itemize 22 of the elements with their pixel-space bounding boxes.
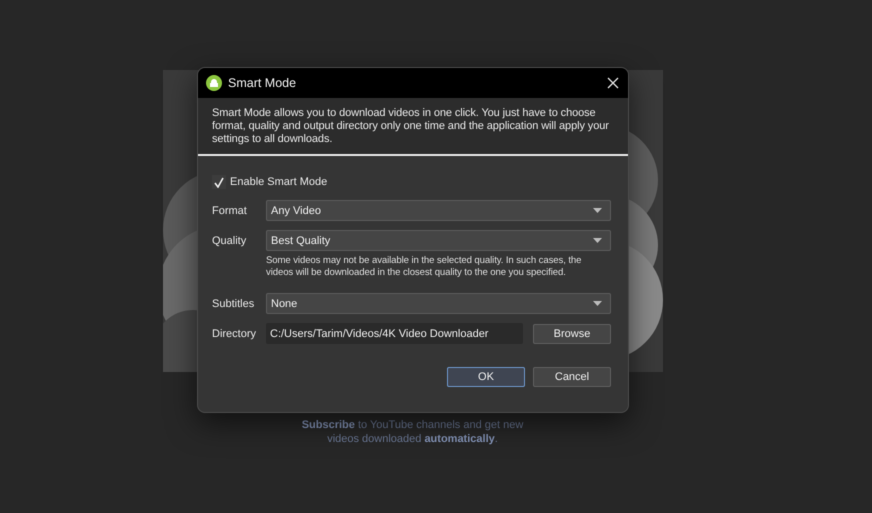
checkbox-label: Enable Smart Mode <box>230 176 328 188</box>
app-logo-icon <box>206 75 222 91</box>
close-icon[interactable] <box>606 76 620 90</box>
description-text: Smart Mode allows you to download videos in one click. You just have to choose format, quality and output directory only one time and the application will apply your settings to all downloads. <box>198 98 628 156</box>
dropdown[interactable]: Best Quality <box>266 230 611 251</box>
field-label: Directory <box>212 328 258 340</box>
dialog-button[interactable]: OK <box>447 367 525 387</box>
directory-field[interactable]: C:/Users/Tarim/Videos/4K Video Downloader <box>266 323 523 344</box>
promo-text: Subscribe to YouTube channels and get new videos downloaded automatically. <box>300 418 524 446</box>
field-label: Format <box>212 204 248 216</box>
dropdown[interactable]: Any Video <box>266 200 611 221</box>
field-label: Quality <box>212 234 248 246</box>
browse-button[interactable]: Browse <box>533 324 611 344</box>
caret-icon <box>593 208 602 213</box>
field-label: Subtitles <box>212 298 256 310</box>
hint-text: Some videos may not be available in the selected quality. In such cases, the videos will be downloaded in the closest quality to the one you specified. <box>266 255 582 279</box>
dropdown[interactable]: None <box>266 293 611 314</box>
checkbox[interactable] <box>212 175 226 189</box>
caret-icon <box>593 238 602 243</box>
dialog-button[interactable]: Cancel <box>533 367 611 387</box>
caret-icon <box>593 301 602 306</box>
window-title: Smart Mode <box>228 76 298 90</box>
